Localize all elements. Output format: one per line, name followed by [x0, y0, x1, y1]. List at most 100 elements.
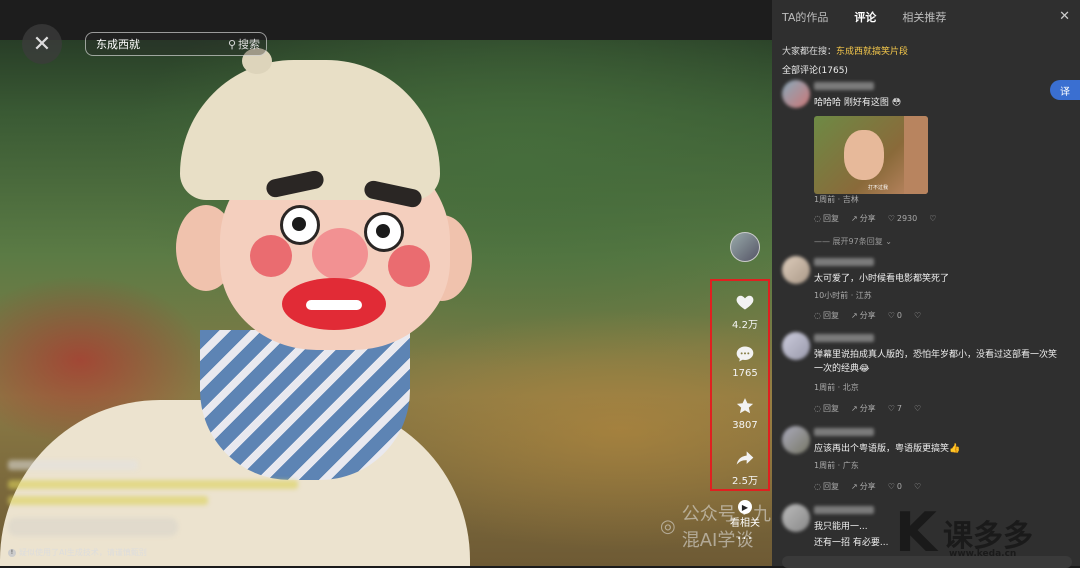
commenter-name-blurred — [814, 428, 874, 436]
character-mouth — [282, 278, 386, 330]
comment-item: 太可爱了，小时候看电影都笑死了 10小时前 · 江苏 ◌ 回复 ↗ 分享 ♡ 0 ♡ — [782, 256, 1072, 326]
reply-label: 回复 — [822, 482, 839, 491]
comment-meta: 1周前 · 吉林 — [814, 195, 859, 204]
wechat-icon: ◎ — [660, 515, 676, 537]
character-left-cheek — [250, 235, 292, 277]
share-comment-button[interactable]: ↗ 分享 — [851, 481, 876, 492]
heart-broken-icon: ♡ — [913, 311, 922, 320]
more-icon: ··· — [736, 531, 754, 547]
dislike-button[interactable]: ♡ — [914, 310, 921, 321]
share-label: 分享 — [859, 311, 876, 320]
author-name-blurred — [8, 460, 138, 470]
comment-meta: 10小时前 · 江苏 — [814, 291, 872, 300]
reply-icon: ◌ — [814, 404, 821, 413]
brand-logo: K — [895, 501, 937, 564]
avatar[interactable] — [782, 426, 810, 454]
comment-actions: ◌ 回复 ↗ 分享 ♡ 0 ♡ — [814, 310, 921, 321]
search-button[interactable]: ⚲ 搜索 — [228, 36, 260, 52]
dislike-button[interactable]: ♡ — [914, 481, 921, 492]
music-tag-blurred — [8, 518, 178, 536]
character-right-eye — [364, 212, 404, 252]
dislike-button[interactable]: ♡ — [929, 213, 936, 224]
brand-url: www.keda.cn — [949, 549, 1017, 559]
image-caption: 打不过我 — [868, 185, 889, 191]
reply-icon: ◌ — [814, 311, 821, 320]
avatar[interactable] — [782, 332, 810, 360]
heart-broken-icon: ♡ — [913, 482, 922, 491]
reply-button[interactable]: ◌ 回复 — [814, 310, 839, 321]
share-icon: ↗ — [850, 404, 858, 413]
share-comment-button[interactable]: ↗ 分享 — [851, 310, 876, 321]
heart-icon: ♡ — [887, 311, 895, 320]
tab-comments[interactable]: 评论 — [854, 9, 876, 25]
more-button[interactable]: ··· — [737, 531, 753, 547]
share-icon: ↗ — [850, 482, 858, 491]
tab-works[interactable]: TA的作品 — [782, 9, 828, 25]
character-scarf — [200, 330, 410, 480]
search-button-label: 搜索 — [238, 38, 260, 51]
reply-button[interactable]: ◌ 回复 — [814, 481, 839, 492]
author-avatar[interactable] — [730, 232, 760, 262]
share-comment-button[interactable]: ↗ 分享 — [851, 403, 876, 414]
like-count: 2930 — [896, 214, 918, 223]
close-icon: ✕ — [32, 31, 52, 57]
reply-label: 回复 — [822, 214, 839, 223]
avatar[interactable] — [782, 80, 810, 108]
info-icon: ! — [8, 548, 16, 557]
tab-related[interactable]: 相关推荐 — [902, 9, 946, 25]
comment-meta: 1周前 · 北京 — [814, 383, 859, 392]
character-nose — [312, 228, 368, 280]
avatar[interactable] — [782, 504, 810, 532]
ai-warning-text: 疑似使用了AI生成技术，请谨慎甄别 — [19, 548, 147, 557]
share-label: 分享 — [859, 404, 876, 413]
search-input[interactable] — [94, 36, 228, 52]
character-right-cheek — [388, 245, 430, 287]
comment-text: 应该再出个粤语版，粤语版更搞笑👍 — [814, 444, 961, 454]
share-label: 分享 — [859, 214, 876, 223]
like-count: 0 — [896, 482, 902, 491]
comment-text: 弹幕里说拍成真人版的，恐怕年岁都小，没看过这部看一次笑一次的经典😂 — [814, 350, 1058, 374]
like-comment-button[interactable]: ♡ 7 — [888, 403, 902, 414]
expand-replies-button[interactable]: —— 展开97条回复 ⌄ — [814, 236, 892, 247]
commenter-name-blurred — [814, 506, 874, 514]
hot-search: 大家都在搜：东成西就搞笑片段 — [782, 44, 1080, 57]
search-icon: ⚲ — [227, 37, 236, 51]
reply-button[interactable]: ◌ 回复 — [814, 213, 839, 224]
dislike-button[interactable]: ♡ — [914, 403, 921, 414]
comment-image[interactable]: 打不过我 — [814, 116, 928, 194]
like-count: 0 — [896, 311, 902, 320]
like-comment-button[interactable]: ♡ 0 — [888, 310, 902, 321]
translate-label: 译 — [1060, 86, 1070, 98]
highlight-box — [710, 279, 770, 491]
related-button[interactable]: ▶ 看相关 — [730, 500, 760, 529]
commenter-name-blurred — [814, 258, 874, 266]
comment-item: 弹幕里说拍成真人版的，恐怕年岁都小，没看过这部看一次笑一次的经典😂 1周前 · … — [782, 332, 1072, 422]
heart-broken-icon: ♡ — [913, 404, 922, 413]
play-icon: ▶ — [738, 500, 752, 514]
reply-icon: ◌ — [814, 482, 821, 491]
image-hair — [904, 116, 928, 194]
heart-icon: ♡ — [887, 214, 895, 223]
heart-broken-icon: ♡ — [929, 214, 937, 223]
commenter-name-blurred — [814, 334, 874, 342]
share-label: 分享 — [859, 482, 876, 491]
related-label: 看相关 — [730, 518, 760, 529]
heart-icon: ♡ — [887, 404, 895, 413]
like-comment-button[interactable]: ♡ 2930 — [888, 213, 918, 224]
panel-tabs: TA的作品 评论 相关推荐 ✕ — [772, 0, 1080, 34]
share-comment-button[interactable]: ↗ 分享 — [851, 213, 876, 224]
hot-search-link[interactable]: 东成西就搞笑片段 — [836, 47, 908, 57]
search-bar: ⚲ 搜索 — [85, 32, 267, 56]
close-video-button[interactable]: ✕ — [22, 24, 62, 64]
like-comment-button[interactable]: ♡ 0 — [888, 481, 902, 492]
close-panel-icon[interactable]: ✕ — [1059, 9, 1070, 24]
commenter-name-blurred — [814, 82, 874, 90]
video-player[interactable]: ✕ ⚲ 搜索 ! 疑似使用了AI生成技术，请谨慎甄别 ◎ 公众号 · 九混AI学… — [0, 0, 772, 566]
comment-text: 哈哈哈 刚好有这图 😳 — [814, 98, 902, 108]
comment-actions: ◌ 回复 ↗ 分享 ♡ 0 ♡ — [814, 481, 921, 492]
translate-button[interactable]: 译 — [1050, 80, 1080, 100]
avatar[interactable] — [782, 256, 810, 284]
comment-item: 哈哈哈 刚好有这图 😳 打不过我 1周前 · 吉林 ◌ 回复 ↗ 分享 ♡ 2930 … — [782, 80, 1072, 230]
caption-blurred — [8, 496, 208, 505]
reply-button[interactable]: ◌ 回复 — [814, 403, 839, 414]
